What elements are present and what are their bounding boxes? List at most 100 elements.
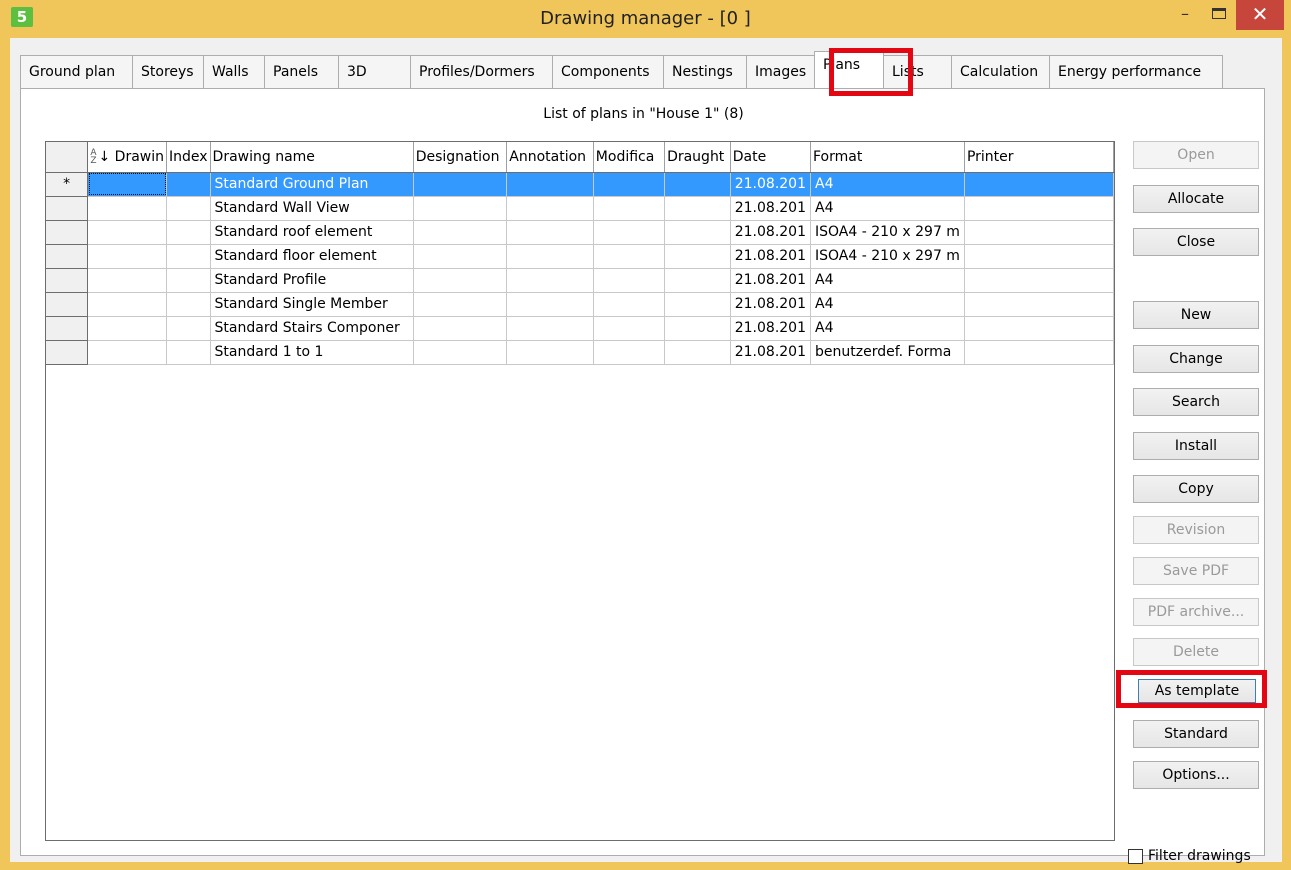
row-marker[interactable] xyxy=(46,340,89,365)
cell-index[interactable] xyxy=(166,292,211,317)
tab-nestings[interactable]: Nestings xyxy=(663,55,747,88)
column-header-draught[interactable]: Draught xyxy=(664,142,731,173)
maximize-button[interactable] xyxy=(1202,0,1236,30)
cell-index[interactable] xyxy=(166,244,211,269)
row-marker[interactable] xyxy=(46,220,89,245)
column-header-annotation[interactable]: Annotation xyxy=(506,142,594,173)
cell-annotation[interactable] xyxy=(506,244,594,269)
new-button[interactable]: New xyxy=(1133,301,1259,329)
cell-date[interactable]: 21.08.201 xyxy=(730,244,812,269)
cell-format[interactable]: benutzerdef. Forma xyxy=(810,340,965,365)
tab-storeys[interactable]: Storeys xyxy=(132,55,204,88)
cell-date[interactable]: 21.08.201 xyxy=(730,196,812,221)
tab-calculation[interactable]: Calculation xyxy=(951,55,1050,88)
cell-drawing-name[interactable]: Standard Profile xyxy=(210,268,414,293)
cell-modification[interactable] xyxy=(593,220,666,245)
save-pdf-button[interactable]: Save PDF xyxy=(1133,557,1259,585)
cell-drawing[interactable] xyxy=(87,292,167,317)
column-header-index[interactable]: Index xyxy=(166,142,211,173)
cell-drawing[interactable] xyxy=(87,268,167,293)
column-header-format[interactable]: Format xyxy=(810,142,965,173)
cell-draught[interactable] xyxy=(664,244,731,269)
cell-draught[interactable] xyxy=(664,268,731,293)
column-header-modification[interactable]: Modifica xyxy=(593,142,666,173)
cell-modification[interactable] xyxy=(593,244,666,269)
cell-format[interactable]: A4 xyxy=(810,268,965,293)
cell-index[interactable] xyxy=(166,196,211,221)
cell-printer[interactable] xyxy=(964,292,1115,317)
row-marker[interactable] xyxy=(46,244,89,269)
cell-drawing[interactable] xyxy=(87,316,167,341)
cell-printer[interactable] xyxy=(964,340,1115,365)
cell-printer[interactable] xyxy=(964,316,1115,341)
cell-drawing[interactable] xyxy=(87,340,167,365)
search-button[interactable]: Search xyxy=(1133,388,1259,416)
cell-format[interactable]: A4 xyxy=(810,316,965,341)
row-marker[interactable] xyxy=(46,268,89,293)
cell-drawing-name[interactable]: Standard Wall View xyxy=(210,196,414,221)
cell-drawing[interactable] xyxy=(87,220,167,245)
tab-ground-plan[interactable]: Ground plan xyxy=(20,55,133,88)
cell-index[interactable] xyxy=(166,340,211,365)
as-template-button[interactable]: As template xyxy=(1138,679,1256,703)
cell-drawing[interactable] xyxy=(87,196,167,221)
cell-designation[interactable] xyxy=(413,244,508,269)
row-marker[interactable] xyxy=(46,316,89,341)
cell-drawing[interactable] xyxy=(87,244,167,269)
cell-date[interactable]: 21.08.201 xyxy=(730,268,812,293)
tab-panels[interactable]: Panels xyxy=(264,55,339,88)
copy-button[interactable]: Copy xyxy=(1133,475,1259,503)
cell-drawing[interactable] xyxy=(87,172,167,197)
column-header-drawing[interactable]: A Z ↓ Drawin xyxy=(87,142,167,173)
cell-date[interactable]: 21.08.201 xyxy=(730,316,812,341)
cell-annotation[interactable] xyxy=(506,196,594,221)
tab-components[interactable]: Components xyxy=(552,55,664,88)
install-button[interactable]: Install xyxy=(1133,432,1259,460)
allocate-button[interactable]: Allocate xyxy=(1133,185,1259,213)
delete-button[interactable]: Delete xyxy=(1133,638,1259,666)
cell-index[interactable] xyxy=(166,268,211,293)
cell-designation[interactable] xyxy=(413,172,508,197)
tab-walls[interactable]: Walls xyxy=(203,55,265,88)
pdf-archive-button[interactable]: PDF archive... xyxy=(1133,598,1259,626)
cell-index[interactable] xyxy=(166,316,211,341)
cell-date[interactable]: 21.08.201 xyxy=(730,292,812,317)
cell-modification[interactable] xyxy=(593,340,666,365)
cell-draught[interactable] xyxy=(664,340,731,365)
cell-drawing-name[interactable]: Standard 1 to 1 xyxy=(210,340,414,365)
cell-designation[interactable] xyxy=(413,268,508,293)
cell-drawing-name[interactable]: Standard Ground Plan xyxy=(210,172,414,197)
cell-index[interactable] xyxy=(166,172,211,197)
standard-button[interactable]: Standard xyxy=(1133,720,1259,748)
table-row[interactable]: Standard Wall View 21.08.201 A4 xyxy=(46,196,1115,221)
cell-designation[interactable] xyxy=(413,220,508,245)
cell-draught[interactable] xyxy=(664,196,731,221)
cell-draught[interactable] xyxy=(664,220,731,245)
title-bar[interactable]: 5 Drawing manager - [0 ] – ✕ xyxy=(0,0,1291,38)
tab-lists[interactable]: Lists xyxy=(883,55,952,88)
cell-designation[interactable] xyxy=(413,340,508,365)
column-header-date[interactable]: Date xyxy=(730,142,812,173)
cell-annotation[interactable] xyxy=(506,220,594,245)
cell-format[interactable]: ISOA4 - 210 x 297 m xyxy=(810,244,965,269)
cell-printer[interactable] xyxy=(964,196,1115,221)
column-header-designation[interactable]: Designation xyxy=(413,142,508,173)
cell-modification[interactable] xyxy=(593,268,666,293)
table-row[interactable]: Standard Single Member 21.08.201 A4 xyxy=(46,292,1115,317)
cell-annotation[interactable] xyxy=(506,316,594,341)
open-button[interactable]: Open xyxy=(1133,141,1259,169)
cell-designation[interactable] xyxy=(413,196,508,221)
cell-format[interactable]: A4 xyxy=(810,292,965,317)
cell-format[interactable]: ISOA4 - 210 x 297 m xyxy=(810,220,965,245)
cell-annotation[interactable] xyxy=(506,340,594,365)
cell-printer[interactable] xyxy=(964,172,1115,197)
cell-modification[interactable] xyxy=(593,316,666,341)
table-row[interactable]: Standard Profile 21.08.201 A4 xyxy=(46,268,1115,293)
table-row[interactable]: Standard floor element 21.08.201 ISOA4 -… xyxy=(46,244,1115,269)
filter-drawings[interactable]: Filter drawings xyxy=(1128,848,1251,864)
column-header-printer[interactable]: Printer xyxy=(964,142,1115,173)
cell-date[interactable]: 21.08.201 xyxy=(730,220,812,245)
cell-date[interactable]: 21.08.201 xyxy=(730,172,812,197)
tab-3d[interactable]: 3D xyxy=(338,55,411,88)
table-row[interactable]: Standard 1 to 1 21.08.201 benutzerdef. F… xyxy=(46,340,1115,365)
